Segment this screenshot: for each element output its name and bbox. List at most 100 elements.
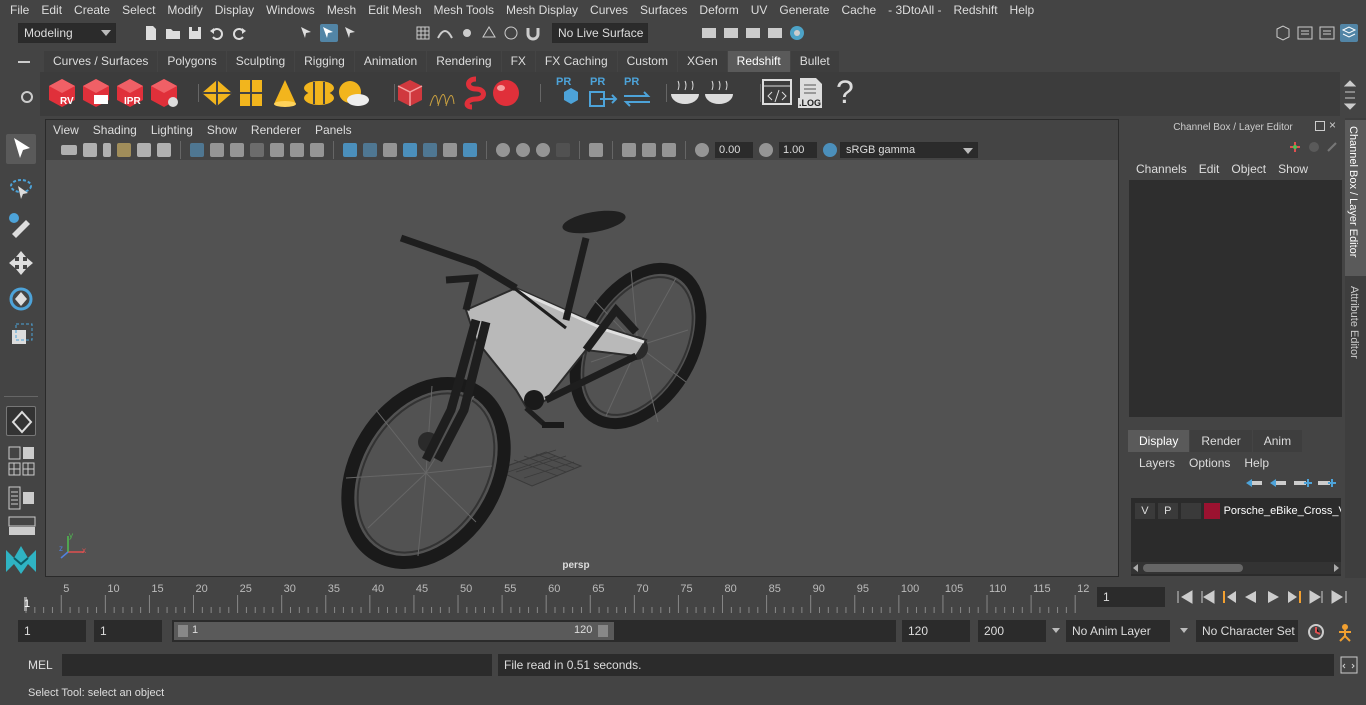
- channel-box-toggle-icon[interactable]: [1340, 24, 1358, 42]
- antialiasing-icon[interactable]: [536, 143, 550, 157]
- chevron-down-icon[interactable]: [1052, 628, 1060, 633]
- scroll-left-icon[interactable]: [1133, 564, 1138, 572]
- range-slider-track[interactable]: 1 120: [172, 620, 896, 642]
- four-pane-layout-icon[interactable]: [8, 462, 36, 479]
- show-manipulator-icon[interactable]: [6, 406, 36, 436]
- shelf-tab-custom[interactable]: Custom: [617, 51, 677, 72]
- xray-icon[interactable]: [423, 143, 437, 157]
- auto-key-icon[interactable]: [1306, 622, 1326, 642]
- lasso-tool-icon[interactable]: [6, 174, 36, 204]
- render-settings-icon[interactable]: [766, 24, 784, 42]
- layer-horizontal-scrollbar[interactable]: [1131, 562, 1341, 574]
- playback-end-field[interactable]: 120: [902, 620, 970, 642]
- redshift-render-settings-icon[interactable]: [148, 76, 180, 110]
- range-start-handle[interactable]: [178, 625, 188, 637]
- shelf-tab-redshift[interactable]: Redshift: [727, 51, 790, 72]
- layer-menu-layers[interactable]: Layers: [1132, 456, 1182, 470]
- play-forwards-icon[interactable]: [1262, 588, 1284, 606]
- proxy-icon[interactable]: [394, 76, 426, 110]
- paint-select-tool-icon[interactable]: [6, 210, 36, 240]
- move-tool-icon[interactable]: [6, 248, 36, 278]
- viewport-menu-renderer[interactable]: Renderer: [244, 123, 308, 137]
- scale-tool-icon[interactable]: [6, 320, 36, 350]
- move-layer-down-icon[interactable]: [1268, 476, 1288, 490]
- single-pane-layout-icon[interactable]: [8, 446, 36, 463]
- exposure-field[interactable]: 0.00: [715, 142, 753, 158]
- shelf-tab-polygons[interactable]: Polygons: [158, 51, 226, 72]
- modeling-toolkit-icon[interactable]: [1274, 24, 1292, 42]
- help-icon[interactable]: ?: [828, 74, 862, 110]
- gamma-icon[interactable]: [759, 143, 773, 157]
- step-forward-key-icon[interactable]: [1306, 588, 1328, 606]
- shelf-settings-gear-icon[interactable]: [20, 90, 34, 104]
- layer-tab-display[interactable]: Display: [1128, 430, 1190, 452]
- menu-curves[interactable]: Curves: [584, 3, 634, 17]
- viewport-menu-lighting[interactable]: Lighting: [144, 123, 200, 137]
- menu-3dtoall[interactable]: - 3DtoAll -: [882, 3, 947, 17]
- bake-set-icon[interactable]: [702, 78, 736, 108]
- move-layer-up-icon[interactable]: [1244, 476, 1264, 490]
- character-set-dropdown[interactable]: No Character Set: [1196, 620, 1298, 642]
- isolate-select-icon[interactable]: [589, 143, 603, 157]
- shelf-tab-curves-surfaces[interactable]: Curves / Surfaces: [44, 51, 158, 72]
- viewport-menu-view[interactable]: View: [46, 123, 86, 137]
- shelf-tab-rigging[interactable]: Rigging: [295, 51, 354, 72]
- scroll-right-icon[interactable]: [1334, 564, 1339, 572]
- wireframe-icon[interactable]: [343, 143, 357, 157]
- bake-icon[interactable]: [668, 78, 702, 108]
- xray-active-icon[interactable]: [642, 143, 656, 157]
- redshift-batch-render-icon[interactable]: [80, 76, 112, 110]
- spot-light-icon[interactable]: [268, 78, 302, 108]
- tab-attribute-editor[interactable]: Attribute Editor: [1345, 280, 1366, 376]
- snap-live-icon[interactable]: [502, 24, 520, 42]
- color-management-icon[interactable]: [823, 143, 837, 157]
- rotate-tool-icon[interactable]: [6, 284, 36, 314]
- live-surface-field[interactable]: No Live Surface: [552, 23, 648, 43]
- grease-pencil-icon[interactable]: [157, 143, 171, 157]
- animation-start-field[interactable]: 1: [18, 620, 86, 642]
- layer-row[interactable]: V P Porsche_eBike_Cross_V: [1131, 500, 1341, 522]
- menu-select[interactable]: Select: [116, 3, 161, 17]
- layer-visibility-toggle[interactable]: V: [1135, 503, 1155, 519]
- step-back-frame-icon[interactable]: [1218, 588, 1240, 606]
- new-layer-from-selected-icon[interactable]: [1316, 476, 1336, 490]
- hud-icon[interactable]: [662, 143, 676, 157]
- image-plane-icon[interactable]: [117, 143, 131, 157]
- open-scene-icon[interactable]: [164, 24, 182, 42]
- animation-end-field[interactable]: 200: [978, 620, 1046, 642]
- hypershade-icon[interactable]: [788, 24, 806, 42]
- command-input[interactable]: [62, 654, 492, 676]
- log-icon[interactable]: .LOG: [794, 76, 828, 110]
- viewport-menu-panels[interactable]: Panels: [308, 123, 359, 137]
- attribute-editor-toggle-icon[interactable]: [1296, 24, 1314, 42]
- 2d-pan-zoom-icon[interactable]: [137, 143, 151, 157]
- layer-menu-options[interactable]: Options: [1182, 456, 1237, 470]
- speed-icon[interactable]: [1326, 141, 1338, 153]
- ambient-occlusion-icon[interactable]: [496, 143, 510, 157]
- save-scene-icon[interactable]: [186, 24, 204, 42]
- hair-icon[interactable]: [426, 76, 458, 110]
- select-tool-icon[interactable]: [6, 134, 36, 164]
- workspace-dropdown[interactable]: Modeling: [18, 23, 116, 43]
- tool-settings-toggle-icon[interactable]: [1318, 24, 1336, 42]
- grid-icon[interactable]: [190, 143, 204, 157]
- menu-redshift[interactable]: Redshift: [948, 3, 1004, 17]
- menu-help[interactable]: Help: [1004, 3, 1041, 17]
- range-slider-bar[interactable]: 1 120: [174, 622, 614, 640]
- go-to-end-icon[interactable]: [1328, 588, 1350, 606]
- step-forward-frame-icon[interactable]: [1284, 588, 1306, 606]
- viewport-menu-show[interactable]: Show: [200, 123, 244, 137]
- animation-preferences-icon[interactable]: [1334, 622, 1356, 642]
- channel-box-menu-object[interactable]: Object: [1225, 162, 1272, 176]
- shelf-tab-sculpting[interactable]: Sculpting: [226, 51, 295, 72]
- channel-box-menu-channels[interactable]: Channels: [1130, 162, 1193, 176]
- channel-box-menu-edit[interactable]: Edit: [1193, 162, 1226, 176]
- sun-sky-icon[interactable]: [336, 78, 370, 108]
- chevron-down-icon[interactable]: [1180, 628, 1188, 633]
- menu-display[interactable]: Display: [209, 3, 260, 17]
- area-light-icon[interactable]: [200, 78, 234, 108]
- menu-surfaces[interactable]: Surfaces: [634, 3, 693, 17]
- resolution-gate-icon[interactable]: [230, 143, 244, 157]
- dome-light-icon[interactable]: [302, 78, 336, 108]
- color-space-dropdown[interactable]: sRGB gamma: [840, 142, 978, 158]
